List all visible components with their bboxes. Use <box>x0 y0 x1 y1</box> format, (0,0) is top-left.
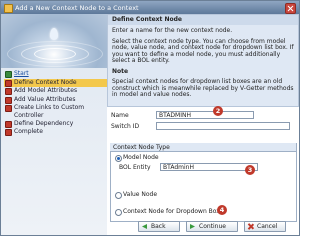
model-node-label: Model Node <box>123 154 159 161</box>
step-complete-icon <box>5 71 12 78</box>
step-start[interactable]: Start <box>4 70 107 78</box>
callout-badge-4: 4 <box>217 205 227 215</box>
forward-arrow-icon <box>190 224 195 229</box>
continue-button[interactable]: Continue <box>186 221 238 232</box>
model-node-radio[interactable] <box>115 155 122 162</box>
step-pending-icon <box>5 129 12 136</box>
step-add-value-attributes[interactable]: Add Value Attributes <box>4 96 107 104</box>
wizard-window: Add a New Context Node to a Context Star… <box>0 0 300 236</box>
step-define-dependency[interactable]: Define Dependency <box>4 120 107 128</box>
back-arrow-icon <box>142 224 147 229</box>
instructions-title: Define Context Node <box>108 15 298 25</box>
step-create-links[interactable]: Create Links to Custom Controller <box>4 104 107 119</box>
step-pending-icon <box>5 120 12 128</box>
step-add-model-attributes[interactable]: Add Model Attributes <box>4 87 107 95</box>
instructions-text-2: Select the context node type. You can ch… <box>112 37 294 64</box>
callout-badge-2: 2 <box>213 106 223 116</box>
note-heading: Note <box>112 67 129 75</box>
step-pending-icon <box>5 105 12 112</box>
name-input[interactable]: BTADMINH <box>156 111 254 119</box>
step-label: Complete <box>14 128 43 135</box>
context-node-type-group: Context Node Type Model Node BOL Entity … <box>110 143 297 222</box>
note-text: Special context nodes for dropdown list … <box>112 78 294 98</box>
switch-id-label: Switch ID <box>111 123 140 130</box>
bol-entity-input[interactable]: BTAdminH <box>160 163 258 171</box>
cancel-x-icon <box>248 224 253 229</box>
step-label: Add Model Attributes <box>14 87 78 94</box>
back-button[interactable]: Back <box>138 221 180 232</box>
wizard-app-icon <box>4 4 13 13</box>
step-label: Create Links to Custom <box>14 104 85 111</box>
water-drop-illustration <box>1 14 107 68</box>
step-label: Start <box>14 70 29 77</box>
step-label: Define Dependency <box>14 119 74 127</box>
title-bar: Add a New Context Node to a Context <box>1 1 299 14</box>
window-title: Add a New Context Node to a Context <box>15 4 139 12</box>
instructions-text-1: Enter a name for the new context node. <box>112 27 233 34</box>
step-complete[interactable]: Complete <box>4 128 107 136</box>
cancel-button[interactable]: Cancel <box>244 221 286 232</box>
step-pending-icon <box>5 96 12 104</box>
value-node-radio[interactable] <box>115 192 122 199</box>
wizard-steps-panel: Start Define Context Node Add Model Attr… <box>1 14 107 235</box>
step-define-context-node[interactable]: Define Context Node <box>4 78 107 87</box>
wizard-buttons: Back Continue Cancel <box>138 221 298 232</box>
back-label: Back <box>151 223 166 230</box>
step-label-continued: Controller <box>14 111 44 119</box>
step-label: Define Context Node <box>14 78 77 86</box>
step-pending-icon <box>5 88 12 95</box>
step-current-icon <box>5 79 12 87</box>
step-label: Add Value Attributes <box>14 95 76 103</box>
steps-list: Start Define Context Node Add Model Attr… <box>4 70 107 137</box>
instructions-body: Enter a name for the new context node. S… <box>112 27 294 103</box>
dropdown-node-label: Context Node for Dropdown Box <box>123 208 220 215</box>
bol-entity-label: BOL Entity <box>119 164 151 171</box>
context-node-type-title: Context Node Type <box>110 143 296 152</box>
callout-badge-3: 3 <box>245 165 255 175</box>
close-icon[interactable] <box>285 3 296 14</box>
step-content: Define Context Node Enter a name for the… <box>107 14 299 235</box>
name-label: Name <box>111 112 129 119</box>
continue-label: Continue <box>199 223 226 230</box>
instructions-box: Define Context Node Enter a name for the… <box>107 14 299 107</box>
value-node-label: Value Node <box>123 191 158 198</box>
switch-id-input[interactable] <box>156 122 290 130</box>
dropdown-node-radio[interactable] <box>115 209 122 216</box>
cancel-label: Cancel <box>257 223 278 230</box>
